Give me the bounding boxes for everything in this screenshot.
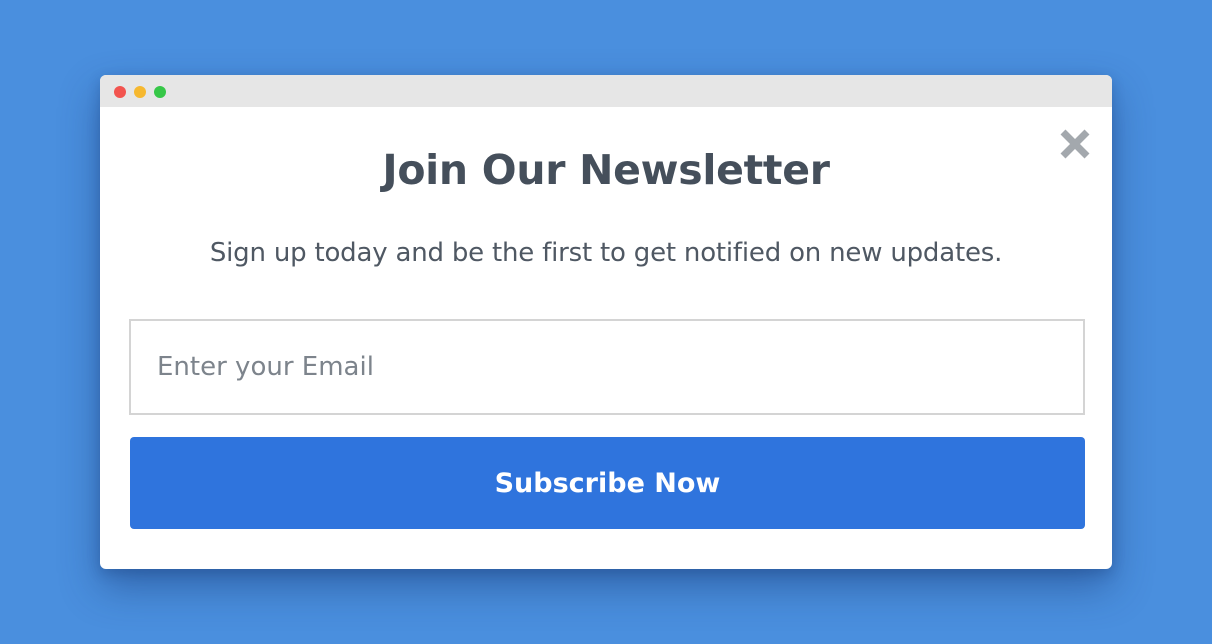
window-close-control[interactable] [114, 86, 126, 98]
newsletter-window: Join Our Newsletter Sign up today and be… [100, 75, 1112, 569]
window-titlebar [100, 75, 1112, 107]
subscribe-button[interactable]: Subscribe Now [130, 437, 1085, 529]
email-input[interactable] [129, 319, 1085, 415]
newsletter-subtitle: Sign up today and be the first to get no… [209, 238, 1003, 268]
window-maximize-control[interactable] [154, 86, 166, 98]
window-minimize-control[interactable] [134, 86, 146, 98]
newsletter-title: Join Our Newsletter [382, 146, 830, 194]
